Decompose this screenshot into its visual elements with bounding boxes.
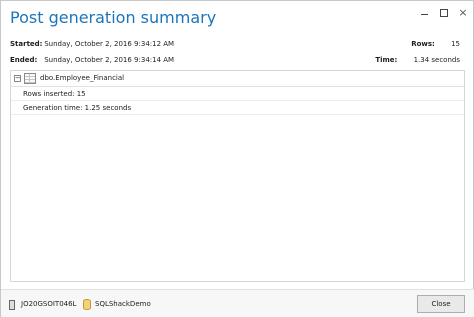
ended-label: Ended: [10, 56, 38, 64]
time-value: 1.34 seconds [413, 56, 460, 64]
rows-value: 15 [451, 40, 460, 48]
close-icon[interactable]: × [455, 5, 471, 21]
database-name: SQLShackDemo [95, 300, 151, 308]
time-label: Time: [375, 56, 398, 64]
started-label: Started: [10, 40, 43, 48]
summary-window: Post generation summary × Started: Sunda… [0, 0, 474, 317]
close-button[interactable]: Close [417, 295, 465, 313]
detail-divider [11, 100, 464, 101]
server-name: JO20GSOIT046L [21, 300, 77, 308]
ended-value: Sunday, October 2, 2016 9:34:14 AM [44, 56, 175, 64]
minimize-icon[interactable] [417, 5, 433, 21]
collapse-icon[interactable]: − [14, 75, 21, 82]
started-value: Sunday, October 2, 2016 9:34:12 AM [44, 40, 175, 48]
server-icon [9, 300, 15, 310]
rows-inserted: Rows inserted: 15 [23, 90, 86, 98]
table-result-header[interactable]: − dbo.Employee_Financial [11, 71, 464, 87]
started-row: Started: Sunday, October 2, 2016 9:34:12… [10, 40, 174, 48]
table-name: dbo.Employee_Financial [40, 74, 125, 82]
table-icon [24, 73, 36, 84]
footer-bar: JO20GSOIT046L SQLShackDemo Close [1, 289, 474, 317]
generation-time: Generation time: 1.25 seconds [23, 104, 132, 112]
window-title: Post generation summary [10, 8, 217, 27]
detail-divider [11, 114, 464, 115]
results-panel: − dbo.Employee_Financial Rows inserted: … [10, 70, 465, 282]
maximize-icon[interactable] [436, 5, 452, 21]
ended-row: Ended: Sunday, October 2, 2016 9:34:14 A… [10, 56, 174, 64]
rows-label: Rows: [411, 40, 435, 48]
time-summary: Time: 1.34 seconds [375, 56, 460, 64]
database-icon [83, 299, 91, 310]
rows-summary: Rows: 15 [411, 40, 460, 48]
